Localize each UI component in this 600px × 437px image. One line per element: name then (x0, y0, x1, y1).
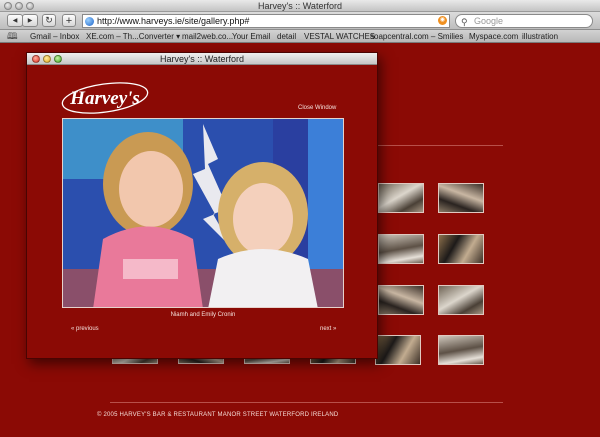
bookmarks-bar: 🕮 Gmail – Inbox XE.com – Th...Converter … (0, 30, 600, 43)
browser-title-bar: Harvey's :: Waterford (0, 0, 600, 12)
popup-minimize-icon[interactable] (43, 55, 51, 63)
search-input[interactable]: ⚲ Google (455, 14, 593, 28)
gallery-thumbnail[interactable] (375, 335, 421, 365)
plus-icon: + (65, 14, 73, 27)
forward-arrow-icon: ▶ (27, 18, 33, 24)
page-footer: © 2005 HARVEY'S BAR & RESTAURANT MANOR S… (97, 412, 339, 418)
gallery-thumbnail[interactable] (438, 183, 484, 213)
window-close-icon[interactable] (4, 2, 12, 10)
back-arrow-icon: ◀ (12, 18, 18, 24)
add-bookmark-button[interactable]: + (62, 14, 76, 27)
bookmark-myspace[interactable]: Myspace.com (469, 30, 518, 42)
back-button[interactable]: ◀ (7, 14, 23, 27)
bookmark-gmail[interactable]: Gmail – Inbox (30, 30, 79, 42)
gallery-thumbnail[interactable] (438, 234, 484, 264)
bookmark-illustration[interactable]: illustration (522, 30, 558, 42)
address-bar-input[interactable]: http://www.harveys.ie/site/gallery.php# (82, 14, 450, 28)
popup-title-bar[interactable]: Harvey's :: Waterford (27, 53, 377, 65)
window-minimize-icon[interactable] (15, 2, 23, 10)
close-window-link[interactable]: Close Window (298, 105, 336, 111)
popup-close-icon[interactable] (32, 55, 40, 63)
gallery-thumbnail[interactable] (378, 183, 424, 213)
popup-title: Harvey's :: Waterford (160, 54, 244, 64)
reload-button[interactable]: ↻ (42, 14, 56, 27)
gallery-popup-window: Harvey's :: Waterford Harvey's Close Win… (26, 52, 378, 359)
bookmark-xe[interactable]: XE.com – Th...Converter ▾ (86, 30, 180, 42)
logo-text: Harvey's (69, 88, 140, 109)
gallery-thumbnail[interactable] (378, 234, 424, 264)
popup-zoom-icon[interactable] (54, 55, 62, 63)
harveys-logo: Harvey's (61, 82, 149, 114)
rss-feed-icon[interactable]: ◉ (438, 16, 447, 25)
forward-button[interactable]: ▶ (22, 14, 38, 27)
globe-icon (85, 17, 94, 26)
address-bar-url: http://www.harveys.ie/site/gallery.php# (97, 16, 250, 26)
browser-toolbar: ◀ ▶ ↻ + http://www.harveys.ie/site/galle… (0, 12, 600, 30)
search-placeholder: Google (474, 16, 504, 26)
photo-illustration (63, 119, 343, 307)
gallery-thumbnail[interactable] (438, 285, 484, 315)
window-title: Harvey's :: Waterford (258, 1, 342, 11)
bookmark-your-email[interactable]: Your Email (232, 30, 270, 42)
bookmarks-book-icon[interactable]: 🕮 (7, 32, 18, 41)
page-divider-bottom (110, 402, 503, 403)
bookmark-detail[interactable]: detail (277, 30, 296, 42)
previous-photo-link[interactable]: « previous (71, 326, 99, 332)
bookmark-vestal-watches[interactable]: VESTAL WATCHES (304, 30, 375, 42)
gallery-thumbnail[interactable] (438, 335, 484, 365)
gallery-thumbnail[interactable] (378, 285, 424, 315)
bookmark-mail2web[interactable]: mail2web.co... (182, 30, 233, 42)
bookmark-soapcentral[interactable]: soapcentral.com – Smilies (370, 30, 463, 42)
gallery-photo (62, 118, 344, 308)
search-icon: ⚲ (461, 17, 468, 27)
window-zoom-icon[interactable] (26, 2, 34, 10)
next-photo-link[interactable]: next » (320, 326, 336, 332)
photo-caption: Niamh and Emily Cronin (170, 312, 236, 318)
reload-icon: ↻ (45, 15, 53, 25)
